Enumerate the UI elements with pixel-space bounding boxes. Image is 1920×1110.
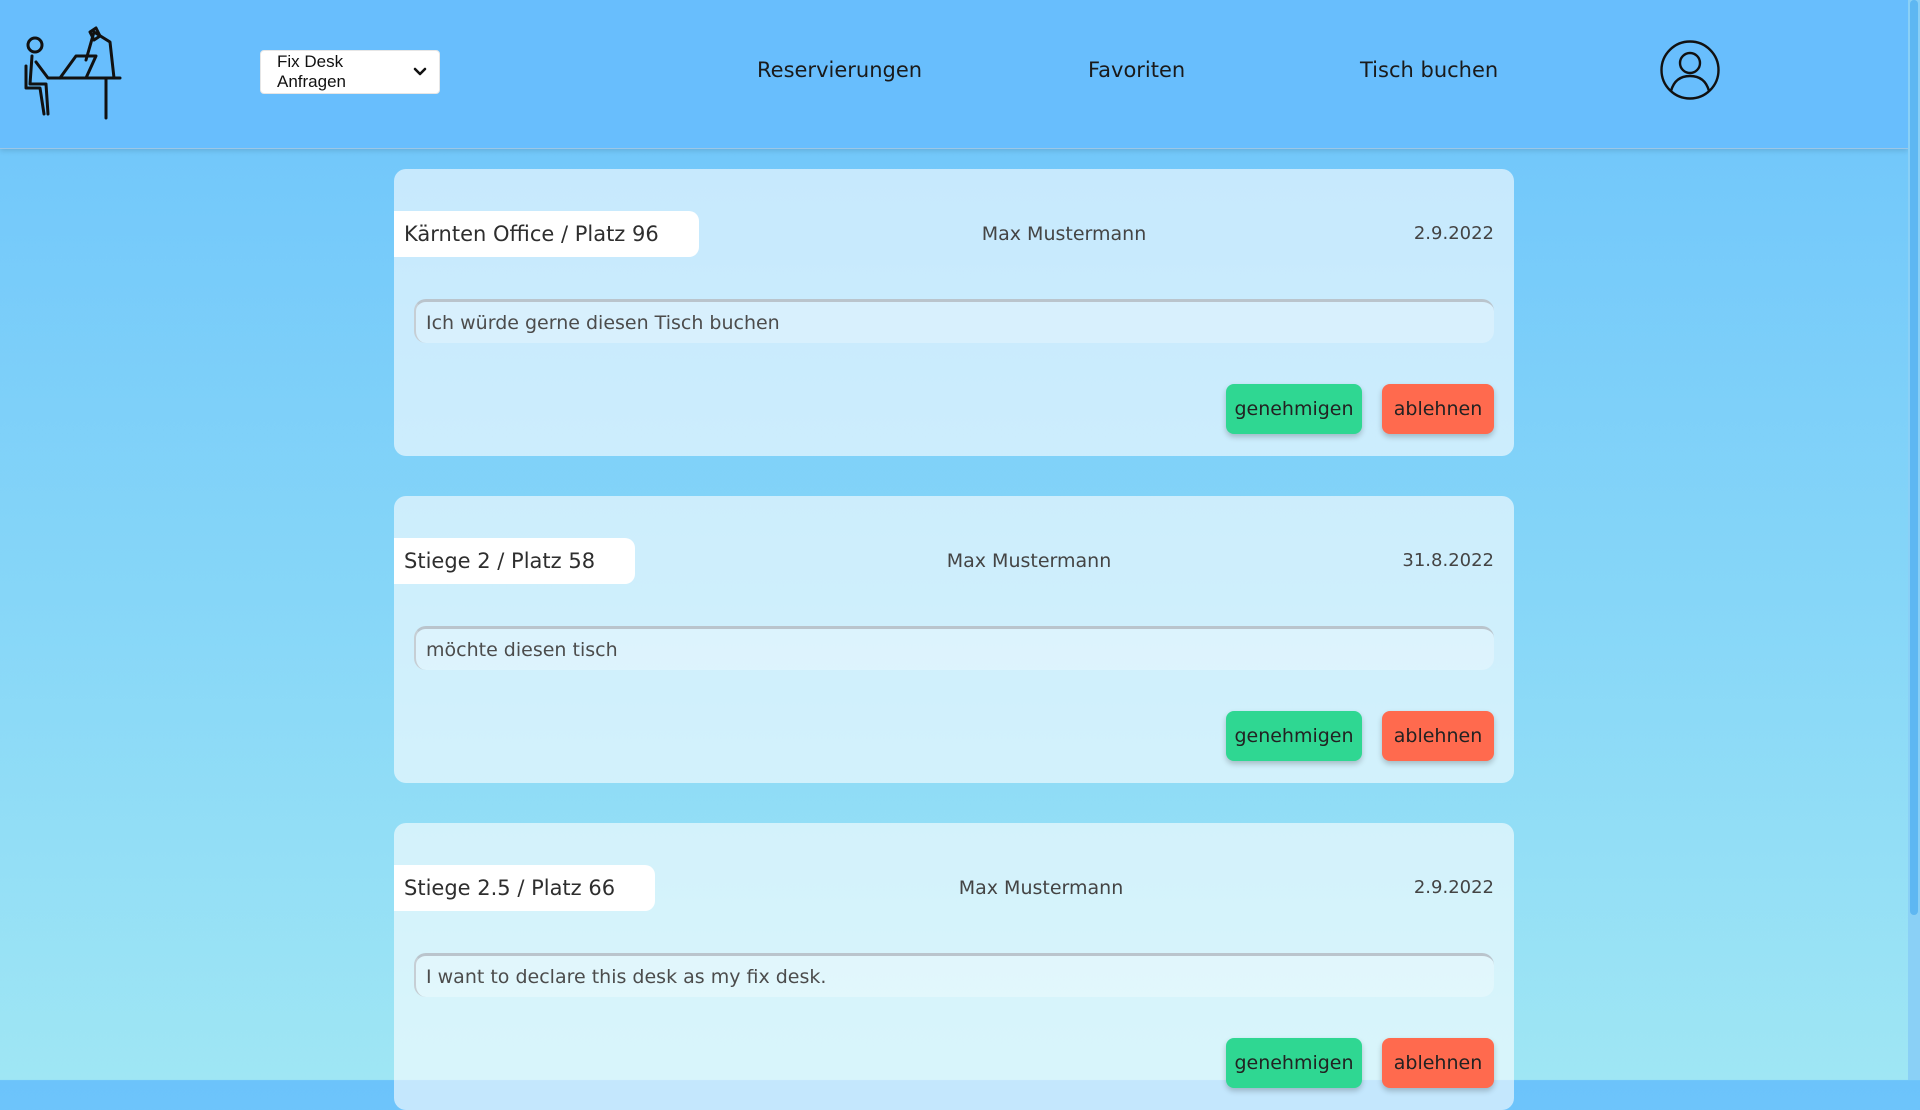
desk-request-card: Stiege 2 / Platz 58 Max Mustermann 31.8.… — [394, 496, 1514, 783]
request-date: 2.9.2022 — [1413, 877, 1494, 898]
desk-request-card: Kärnten Office / Platz 96 Max Mustermann… — [394, 169, 1514, 456]
nav-reservations[interactable]: Reservierungen — [757, 58, 922, 82]
desk-location-label: Stiege 2 / Platz 58 — [394, 538, 636, 584]
person-at-desk-icon[interactable] — [22, 26, 122, 120]
desk-request-card: Stiege 2.5 / Platz 66 Max Mustermann 2.9… — [394, 823, 1514, 1110]
desk-location-label: Kärnten Office / Platz 96 — [394, 211, 699, 257]
request-message: I want to declare this desk as my fix de… — [414, 953, 1494, 997]
request-type-value: Fix Desk Anfragen — [277, 52, 346, 91]
nav-book-table[interactable]: Tisch buchen — [1360, 58, 1498, 82]
approve-button[interactable]: genehmigen — [1226, 1038, 1362, 1088]
requester-name: Max Mustermann — [981, 223, 1147, 245]
request-date: 31.8.2022 — [1402, 550, 1494, 571]
reject-button[interactable]: ablehnen — [1382, 384, 1494, 434]
request-type-select[interactable]: Fix Desk Anfragen — [260, 50, 440, 94]
desk-location-label: Stiege 2.5 / Platz 66 — [394, 865, 656, 911]
chevron-down-icon — [413, 67, 427, 76]
requester-name: Max Mustermann — [958, 877, 1124, 899]
page-scrollbar-thumb[interactable] — [1910, 0, 1918, 915]
requester-name: Max Mustermann — [946, 550, 1112, 572]
request-message: Ich würde gerne diesen Tisch buchen — [414, 299, 1494, 343]
approve-button[interactable]: genehmigen — [1226, 711, 1362, 761]
top-navigation-bar: Fix Desk Anfragen Reservierungen Favorit… — [0, 0, 1908, 149]
nav-favorites[interactable]: Favoriten — [1088, 58, 1185, 82]
reject-button[interactable]: ablehnen — [1382, 711, 1494, 761]
request-message: möchte diesen tisch — [414, 626, 1494, 670]
user-profile-icon[interactable] — [1660, 40, 1720, 100]
request-date: 2.9.2022 — [1413, 223, 1494, 244]
reject-button[interactable]: ablehnen — [1382, 1038, 1494, 1088]
approve-button[interactable]: genehmigen — [1226, 384, 1362, 434]
